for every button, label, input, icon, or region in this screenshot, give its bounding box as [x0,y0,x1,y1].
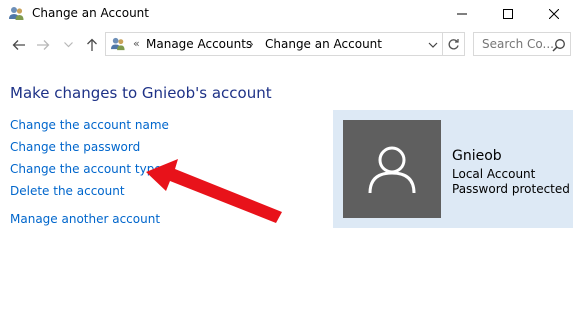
recent-locations-button[interactable] [62,36,74,54]
breadcrumb-change-account[interactable]: Change an Account [265,37,382,51]
change-account-type-link[interactable]: Change the account type [10,162,162,176]
forward-arrow-icon [37,40,50,50]
maximize-button[interactable] [485,0,531,28]
change-password-link[interactable]: Change the password [10,140,140,154]
window-title: Change an Account [32,6,149,20]
users-icon [110,37,125,51]
up-button[interactable] [83,36,101,54]
avatar [343,120,441,218]
chevron-down-icon[interactable] [427,39,439,51]
close-icon [549,9,559,19]
search-input[interactable]: Search Co... [482,37,554,51]
red-pointer-arrow [146,159,282,223]
manage-another-account-link[interactable]: Manage another account [10,212,160,226]
breadcrumb-overflow[interactable]: « [133,37,140,50]
back-arrow-icon [12,40,25,50]
page-title: Make changes to Gnieob's account [10,84,272,102]
account-info-panel: Gnieob Local Account Password protected [333,110,573,228]
refresh-button[interactable] [443,32,465,56]
minimize-icon [457,13,467,15]
up-arrow-icon [87,38,97,51]
change-account-name-link[interactable]: Change the account name [10,118,169,132]
address-bar[interactable]: « Manage Accounts › Change an Account [105,32,443,56]
search-box[interactable]: Search Co... [473,32,571,56]
dropdown-icon [63,42,73,48]
navigation-bar: « Manage Accounts › Change an Account Se… [0,30,577,60]
account-type: Local Account [452,167,536,181]
account-status: Password protected [452,182,570,196]
back-button[interactable] [10,36,28,54]
users-icon [9,7,24,20]
title-bar: Change an Account [0,0,577,28]
minimize-button[interactable] [439,0,485,28]
close-button[interactable] [531,0,577,28]
breadcrumb-separator[interactable]: › [249,37,254,51]
breadcrumb-manage-accounts[interactable]: Manage Accounts [146,37,252,51]
account-name: Gnieob [452,148,502,164]
forward-button[interactable] [34,36,52,54]
search-icon[interactable] [552,38,566,52]
refresh-icon [448,38,459,49]
maximize-icon [503,9,513,19]
user-avatar-icon [368,146,416,194]
delete-account-link[interactable]: Delete the account [10,184,125,198]
